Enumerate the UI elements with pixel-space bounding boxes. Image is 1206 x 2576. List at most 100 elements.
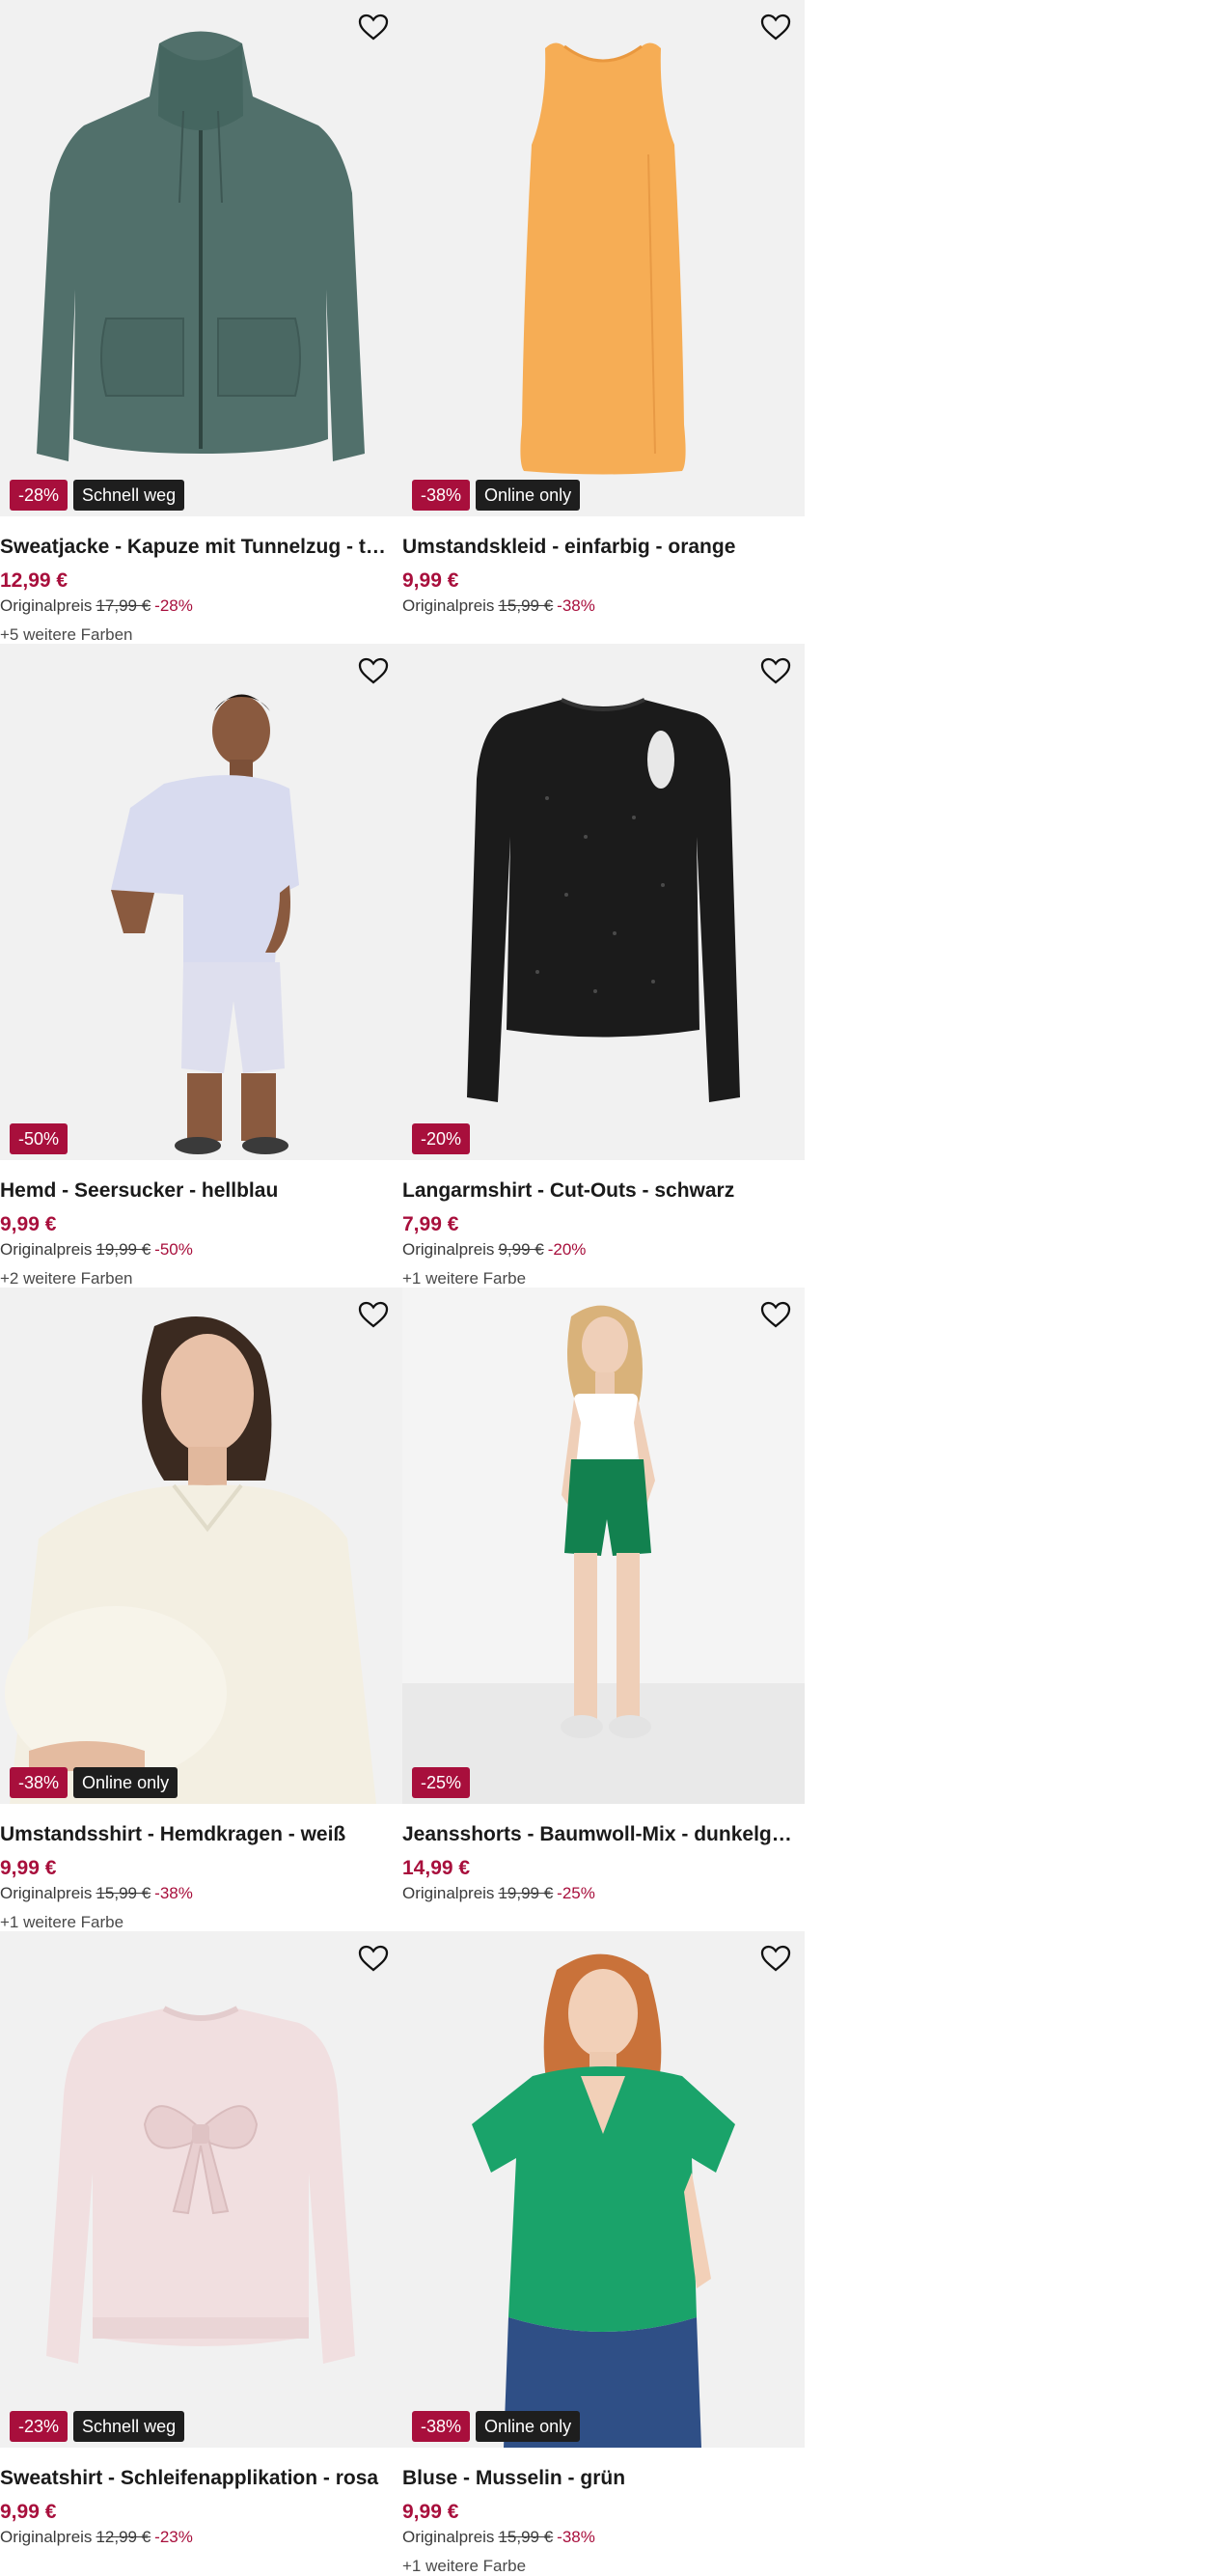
original-price-row: Originalpreis 17,99 € -28% — [0, 595, 402, 618]
product-card[interactable]: -25% Jeansshorts - Baumwoll-Mix - dunkel… — [402, 1288, 805, 1931]
original-price: 17,99 € — [96, 596, 151, 615]
original-price: 19,99 € — [498, 1884, 554, 1902]
original-price-row: Originalpreis 12,99 € -23% — [0, 2526, 402, 2549]
product-image[interactable]: -20% — [402, 644, 805, 1160]
more-colors-link[interactable]: +2 weitere Farben — [0, 1268, 402, 1288]
product-info: Umstandsshirt - Hemdkragen - weiß 9,99 €… — [0, 1804, 402, 1931]
product-grid: -28% Schnell weg Sweatjacke - Kapuze mit… — [0, 0, 805, 2575]
product-card[interactable]: -28% Schnell weg Sweatjacke - Kapuze mit… — [0, 0, 402, 644]
product-title[interactable]: Bluse - Musselin - grün — [402, 2465, 805, 2492]
dress-icon — [520, 42, 686, 475]
more-colors-link[interactable]: +1 weitere Farbe — [0, 1912, 402, 1931]
product-image[interactable]: -28% Schnell weg — [0, 0, 402, 516]
model-maternity-icon — [5, 1316, 376, 1804]
favorite-heart-icon[interactable] — [758, 653, 793, 688]
sale-price: 9,99 € — [0, 1857, 57, 1879]
product-title[interactable]: Sweatshirt - Schleifenapplikation - rosa — [0, 2465, 402, 2492]
promo-tag-badge: Online only — [73, 1767, 178, 1798]
badge-group: -50% — [10, 1123, 69, 1154]
product-info: Umstandskleid - einfarbig - orange 9,99 … — [402, 516, 805, 618]
sale-price: 12,99 € — [0, 569, 69, 592]
discount-badge: -38% — [10, 1767, 69, 1798]
original-price: 12,99 € — [96, 2528, 151, 2546]
original-price: 9,99 € — [498, 1240, 544, 1259]
more-colors-link[interactable]: +1 weitere Farbe — [402, 1268, 805, 1288]
original-price-label: Originalpreis — [402, 596, 495, 615]
promo-tag-badge: Online only — [476, 480, 581, 511]
product-card[interactable]: -38% Online only Bluse - Musselin - grün… — [402, 1931, 805, 2575]
product-image[interactable]: -38% Online only — [0, 1288, 402, 1804]
sale-price: 14,99 € — [402, 1857, 471, 1879]
sale-price: 9,99 € — [0, 2501, 57, 2523]
discount-percent: -28% — [154, 596, 193, 615]
product-image[interactable]: -23% Schnell weg — [0, 1931, 402, 2448]
original-price: 15,99 € — [498, 2528, 554, 2546]
product-card[interactable]: -38% Online only Umstandskleid - einfarb… — [402, 0, 805, 644]
discount-percent: -25% — [557, 1884, 595, 1902]
original-price-label: Originalpreis — [0, 2528, 93, 2546]
favorite-heart-icon[interactable] — [758, 10, 793, 44]
badge-group: -20% — [412, 1123, 471, 1154]
product-title[interactable]: Hemd - Seersucker - hellblau — [0, 1177, 402, 1205]
discount-percent: -50% — [154, 1240, 193, 1259]
discount-badge: -25% — [412, 1767, 471, 1798]
product-card[interactable]: -23% Schnell weg Sweatshirt - Schleifena… — [0, 1931, 402, 2575]
product-info: Sweatshirt - Schleifenapplikation - rosa… — [0, 2448, 402, 2549]
model-shirt-icon — [111, 694, 299, 1154]
discount-badge: -23% — [10, 2411, 69, 2442]
badge-group: -23% Schnell weg — [10, 2411, 185, 2442]
favorite-heart-icon[interactable] — [758, 1941, 793, 1976]
favorite-heart-icon[interactable] — [356, 1941, 391, 1976]
badge-group: -38% Online only — [412, 2411, 581, 2442]
discount-percent: -38% — [557, 596, 595, 615]
original-price: 15,99 € — [498, 596, 554, 615]
product-card[interactable]: -50% Hemd - Seersucker - hellblau 9,99 €… — [0, 644, 402, 1288]
original-price-label: Originalpreis — [402, 2528, 495, 2546]
favorite-heart-icon[interactable] — [356, 1297, 391, 1332]
product-info: Langarmshirt - Cut-Outs - schwarz 7,99 €… — [402, 1160, 805, 1288]
product-info: Jeansshorts - Baumwoll-Mix - dunkelgrün … — [402, 1804, 805, 1905]
model-blouse-icon — [472, 1953, 735, 2448]
product-image[interactable]: -38% Online only — [402, 0, 805, 516]
product-image[interactable]: -38% Online only — [402, 1931, 805, 2448]
sale-price: 7,99 € — [402, 1213, 459, 1235]
original-price-row: Originalpreis 15,99 € -38% — [0, 1882, 402, 1905]
hoodie-icon — [37, 31, 365, 461]
product-card[interactable]: -38% Online only Umstandsshirt - Hemdkra… — [0, 1288, 402, 1931]
favorite-heart-icon[interactable] — [356, 653, 391, 688]
product-info: Hemd - Seersucker - hellblau 9,99 € Orig… — [0, 1160, 402, 1288]
product-title[interactable]: Sweatjacke - Kapuze mit Tunnelzug - türk… — [0, 534, 402, 561]
model-shorts-icon — [402, 1305, 805, 1804]
favorite-heart-icon[interactable] — [356, 10, 391, 44]
product-title[interactable]: Jeansshorts - Baumwoll-Mix - dunkelgrün — [402, 1821, 805, 1848]
original-price: 15,99 € — [96, 1884, 151, 1902]
discount-percent: -23% — [154, 2528, 193, 2546]
badge-group: -28% Schnell weg — [10, 480, 185, 511]
badge-group: -25% — [412, 1767, 471, 1798]
sweatshirt-icon — [46, 2006, 355, 2364]
original-price-label: Originalpreis — [0, 1240, 93, 1259]
original-price-row: Originalpreis 15,99 € -38% — [402, 595, 805, 618]
favorite-heart-icon[interactable] — [758, 1297, 793, 1332]
product-title[interactable]: Umstandsshirt - Hemdkragen - weiß — [0, 1821, 402, 1848]
product-card[interactable]: -20% Langarmshirt - Cut-Outs - schwarz 7… — [402, 644, 805, 1288]
sale-price: 9,99 € — [402, 2501, 459, 2523]
product-image[interactable]: -50% — [0, 644, 402, 1160]
product-image[interactable]: -25% — [402, 1288, 805, 1804]
original-price-label: Originalpreis — [402, 1240, 495, 1259]
discount-percent: -20% — [547, 1240, 587, 1259]
badge-group: -38% Online only — [10, 1767, 178, 1798]
longsleeve-icon — [467, 698, 740, 1102]
more-colors-link[interactable]: +5 weitere Farben — [0, 624, 402, 644]
discount-percent: -38% — [154, 1884, 193, 1902]
original-price-label: Originalpreis — [0, 596, 93, 615]
discount-badge: -28% — [10, 480, 69, 511]
discount-badge: -50% — [10, 1123, 69, 1154]
more-colors-link[interactable]: +1 weitere Farbe — [402, 2556, 805, 2575]
original-price-label: Originalpreis — [0, 1884, 93, 1902]
original-price: 19,99 € — [96, 1240, 151, 1259]
badge-group: -38% Online only — [412, 480, 581, 511]
product-title[interactable]: Langarmshirt - Cut-Outs - schwarz — [402, 1177, 805, 1205]
product-title[interactable]: Umstandskleid - einfarbig - orange — [402, 534, 805, 561]
original-price-label: Originalpreis — [402, 1884, 495, 1902]
